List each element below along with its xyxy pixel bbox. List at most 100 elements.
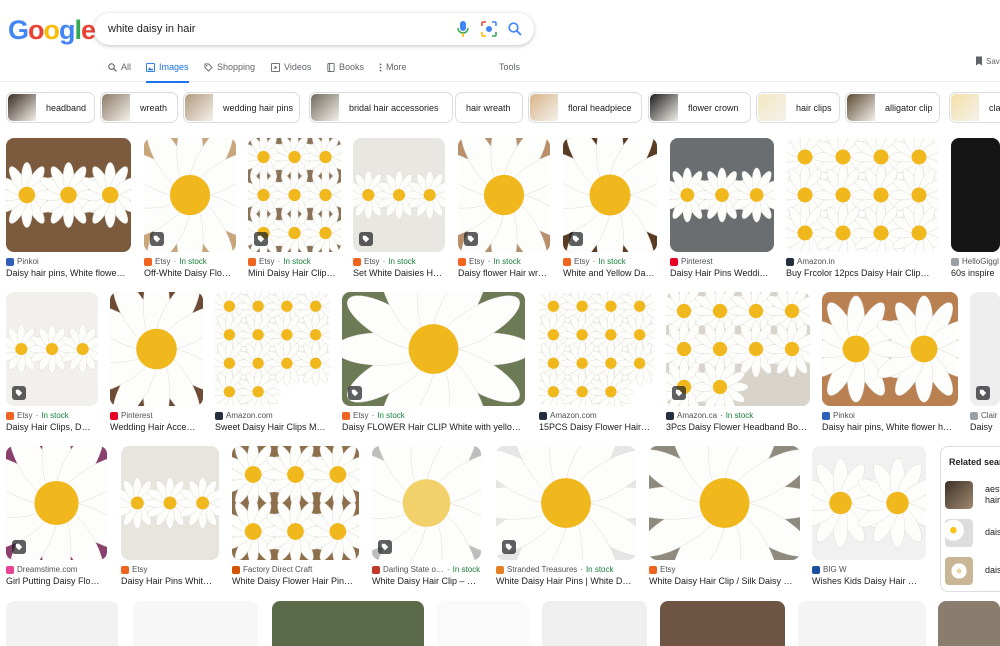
result-source[interactable]: Factory Direct Craft [232, 565, 312, 574]
result-thumbnail[interactable] [496, 446, 636, 560]
result-thumbnail[interactable] [951, 138, 1000, 252]
result-thumbnail[interactable] [812, 446, 926, 560]
related-item[interactable]: daisy [945, 519, 1000, 547]
image-result[interactable]: Pinkoi Daisy hair pins, White flower h… [822, 292, 958, 436]
result-source[interactable]: Etsy · In stock [353, 257, 416, 266]
result-thumbnail[interactable] [786, 138, 938, 252]
search-input[interactable]: white daisy in hair [108, 23, 450, 35]
result-title[interactable]: White Daisy Flower Hair Pin… [232, 576, 359, 586]
result-thumbnail[interactable] [353, 138, 445, 252]
result-title[interactable]: White and Yellow Da… [563, 268, 657, 278]
result-thumbnail[interactable] [144, 138, 236, 252]
image-result[interactable]: Etsy Daisy Hair Pins Whit… [121, 446, 219, 590]
microphone-icon[interactable] [450, 21, 476, 37]
result-thumbnail[interactable] [6, 446, 107, 560]
result-thumbnail[interactable] [110, 292, 203, 406]
result-source[interactable]: Pinterest [670, 257, 713, 266]
chip-hair-wreath[interactable]: hair wreath [455, 92, 523, 123]
result-title[interactable]: Girl Putting Daisy Flo… [6, 576, 107, 586]
result-thumbnail[interactable] [232, 446, 359, 560]
result-thumbnail[interactable] [342, 292, 525, 406]
result-source[interactable]: Etsy · In stock [563, 257, 626, 266]
image-result[interactable]: Clair Daisy [970, 292, 1000, 436]
tab-videos[interactable]: Videos [271, 62, 311, 72]
lens-icon[interactable] [476, 21, 502, 37]
image-result[interactable]: Etsy · In stock Daisy Hair Clips, D… [6, 292, 98, 436]
image-result[interactable]: Pinterest Daisy Hair Pins Weddi… [670, 138, 774, 282]
result-source[interactable]: Darling State o… · In stock [372, 565, 480, 574]
result-title[interactable]: Daisy hair pins, White flower h… [822, 422, 958, 432]
result-title[interactable]: Sweet Daisy Hair Clips M… [215, 422, 330, 432]
result-source[interactable]: Amazon.in [786, 257, 835, 266]
image-result[interactable]: Stranded Treasures · In stock White Daisy H… [496, 446, 636, 590]
chip-alligator-clip[interactable]: alligator clip [845, 92, 940, 123]
result-title[interactable]: White Daisy Hair Clip – … [372, 576, 481, 586]
result-title[interactable]: Daisy Hair Pins Weddi… [670, 268, 774, 278]
image-result[interactable]: Pinkoi Daisy hair pins, White flowe… [6, 138, 131, 282]
result-thumbnail[interactable] [372, 446, 481, 560]
result-thumbnail[interactable] [539, 292, 654, 406]
image-result[interactable]: Amazon.ca · In stock 3Pcs Daisy Flower Head… [666, 292, 810, 436]
result-source[interactable]: Etsy [649, 565, 676, 574]
image-result[interactable]: Pinterest Wedding Hair Acce… [110, 292, 203, 436]
image-result[interactable] [798, 601, 926, 646]
image-result[interactable]: Etsy · In stock White and Yellow Da… [563, 138, 657, 282]
result-title[interactable]: Daisy Hair Pins Whit… [121, 576, 219, 586]
result-source[interactable]: Dreamstime.com [6, 565, 77, 574]
result-title[interactable]: White Daisy Hair Clip / Silk Daisy … [649, 576, 800, 586]
image-result[interactable]: BIG W Wishes Kids Daisy Hair … [812, 446, 926, 590]
tab-all[interactable]: All [108, 62, 131, 72]
image-result[interactable] [542, 601, 647, 646]
result-source[interactable]: Etsy · In stock [248, 257, 311, 266]
chip-headband[interactable]: headband [6, 92, 95, 123]
image-result[interactable] [660, 601, 785, 646]
image-result[interactable] [437, 601, 529, 646]
result-source[interactable]: Etsy [121, 565, 148, 574]
result-source[interactable]: Pinkoi [6, 257, 39, 266]
image-result[interactable]: Factory Direct Craft White Daisy Flower H… [232, 446, 359, 590]
result-title[interactable]: Daisy [970, 422, 1000, 432]
image-result[interactable]: Darling State o… · In stock White Daisy Hai… [372, 446, 481, 590]
result-title[interactable]: Daisy Hair Clips, D… [6, 422, 98, 432]
chip-wedding-hair-pins[interactable]: wedding hair pins [183, 92, 300, 123]
result-title[interactable]: Wedding Hair Acce… [110, 422, 203, 432]
result-thumbnail[interactable] [215, 292, 330, 406]
image-result[interactable]: Etsy · In stock Mini Daisy Hair Clip… [248, 138, 341, 282]
image-result[interactable] [133, 601, 258, 646]
image-result[interactable]: Etsy · In stock Daisy FLOWER Hair CLIP Whit… [342, 292, 525, 436]
result-thumbnail[interactable] [6, 292, 98, 406]
chip-wreath[interactable]: wreath [100, 92, 178, 123]
result-thumbnail[interactable] [970, 292, 1000, 406]
result-title[interactable]: Off-White Daisy Flo… [144, 268, 236, 278]
image-result[interactable] [938, 601, 1000, 646]
result-source[interactable]: HelloGiggl [951, 257, 999, 266]
result-source[interactable]: Etsy · In stock [342, 411, 405, 420]
result-title[interactable]: Mini Daisy Hair Clip… [248, 268, 341, 278]
tab-shopping[interactable]: Shopping [204, 62, 255, 72]
image-result[interactable]: Etsy White Daisy Hair Clip / Silk Daisy … [649, 446, 800, 590]
image-result[interactable]: Amazon.in Buy Frcolor 12pcs Daisy Hair Cl… [786, 138, 938, 282]
image-result[interactable] [6, 601, 118, 646]
image-result[interactable]: HelloGiggl 60s inspire [951, 138, 1000, 282]
image-result[interactable]: Dreamstime.com Girl Putting Daisy Flo… [6, 446, 107, 590]
tools-button[interactable]: Tools [499, 62, 520, 72]
result-thumbnail[interactable] [666, 292, 810, 406]
tab-more[interactable]: More [379, 62, 407, 72]
image-result[interactable]: Etsy · In stock Daisy flower Hair wr… [458, 138, 550, 282]
related-item[interactable]: daisy [945, 557, 1000, 585]
result-title[interactable]: 15PCS Daisy Flower Hair… [539, 422, 654, 432]
result-title[interactable]: Buy Frcolor 12pcs Daisy Hair Clip… [786, 268, 938, 278]
image-result[interactable]: Amazon.com 15PCS Daisy Flower Hair… [539, 292, 654, 436]
result-thumbnail[interactable] [822, 292, 958, 406]
result-thumbnail[interactable] [670, 138, 774, 252]
result-title[interactable]: 60s inspire [951, 268, 1000, 278]
chip-cla[interactable]: cla [949, 92, 1000, 123]
chip-bridal-hair-accessories[interactable]: bridal hair accessories [309, 92, 453, 123]
chip-flower-crown[interactable]: flower crown [648, 92, 751, 123]
search-box[interactable]: white daisy in hair [94, 13, 534, 45]
search-icon[interactable] [502, 22, 528, 36]
result-thumbnail[interactable] [6, 138, 131, 252]
result-source[interactable]: Pinkoi [822, 411, 855, 420]
result-title[interactable]: Daisy flower Hair wr… [458, 268, 550, 278]
result-title[interactable]: Wishes Kids Daisy Hair … [812, 576, 926, 586]
